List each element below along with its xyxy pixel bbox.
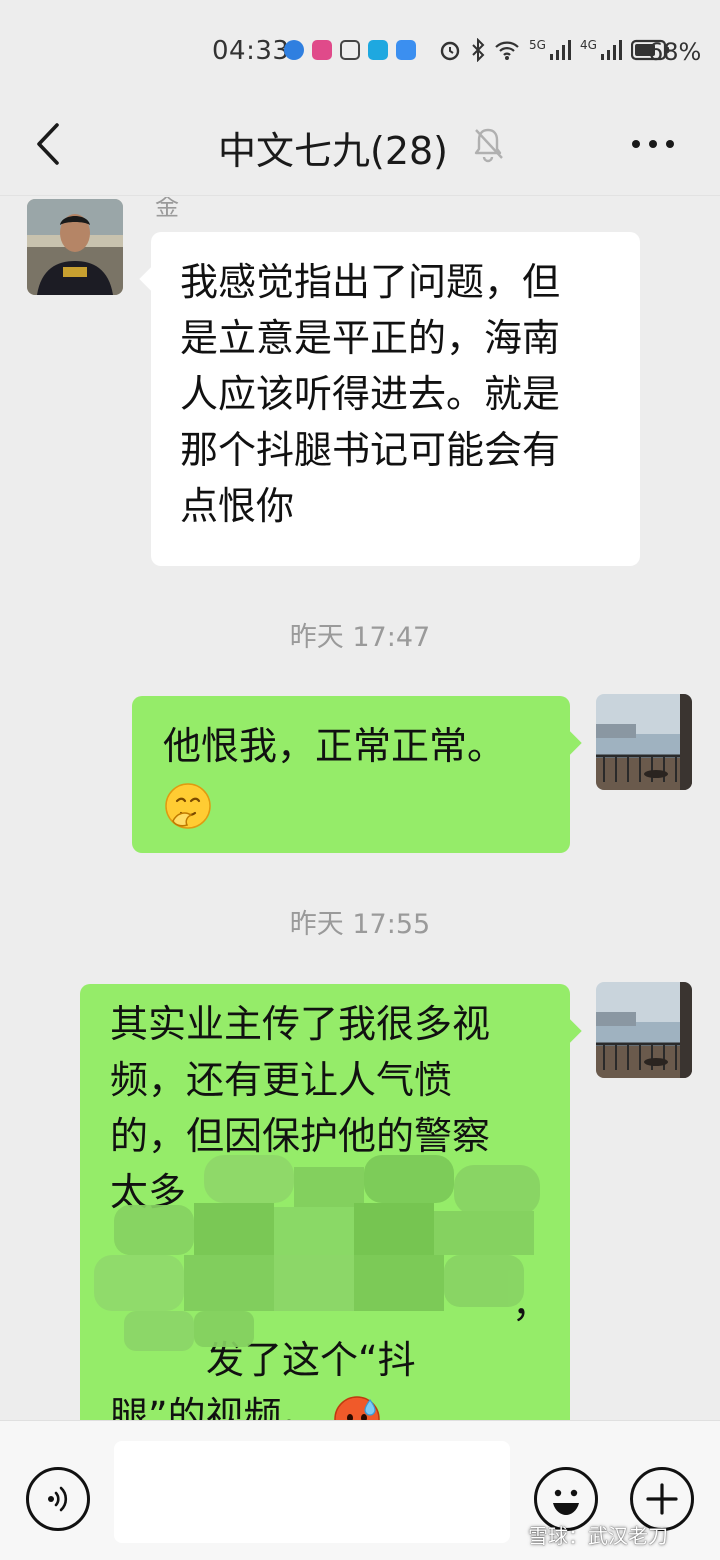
voice-icon [48,1486,68,1512]
message-line: 人应该听得进去。就是 [180,372,561,416]
chat-header: 中文七九(28) [0,100,720,196]
bubble-tail [139,266,165,292]
shy-smile-emoji [165,782,211,829]
chat-title: 中文七九(28) [218,129,449,173]
bubble-tail [556,730,582,756]
sweating-angry-emoji [334,1395,380,1420]
avatar-photo [596,982,692,1078]
self-avatar[interactable] [596,982,692,1078]
search-app-icon [368,40,388,60]
bubble-tail [556,1018,582,1044]
watermark: 雪球：武汉老刀 [528,1524,668,1548]
muted-bell-icon [474,128,503,163]
message-line: 腿”的视频。 [110,1388,550,1420]
battery-percentage: 68% [648,38,702,66]
message-bubble-outgoing[interactable]: 他恨我，正常正常。 [132,696,582,853]
timestamp: 昨天 17:55 [289,909,431,940]
timestamp: 昨天 17:47 [289,622,431,653]
sender-name: 金 [155,197,179,221]
chevron-left-icon [37,123,59,165]
message-line: 其实业主传了我很多视 [110,1002,491,1046]
bluetooth-icon [472,38,485,62]
wifi-icon [495,41,519,60]
signal-icon [549,40,571,60]
cloud-icon [396,40,416,60]
message-line: 点恨你 [180,484,295,528]
message-line: 我感觉指出了问题，但 [180,260,561,304]
voice-button[interactable] [26,1467,90,1531]
notification-icons [284,40,416,60]
plus-icon [646,1483,678,1515]
system-icons: 5G 4G [438,38,671,62]
avatar[interactable] [27,199,123,295]
pixelated-redaction [94,1155,540,1351]
app-notification-icon [284,40,304,60]
avatar-photo [596,694,692,790]
alarm-icon [440,41,460,61]
message-list[interactable]: 金 我感觉指出了问题，但 是立意是平正的，海南 人应该听得进去。就是 那个抖腿书… [0,197,720,1420]
more-dots-icon[interactable] [628,128,678,160]
message-line: 是立意是平正的，海南 [180,316,561,360]
signal-icon [600,40,622,60]
app-notification-icon [312,40,332,60]
status-bar: 04:33 5G 4G 68% [0,0,720,100]
message-line: 那个抖腿书记可能会有 [180,428,561,472]
message-bubble-incoming[interactable]: 我感觉指出了问题，但 是立意是平正的，海南 人应该听得进去。就是 那个抖腿书记可… [139,232,640,566]
status-time: 04:33 [212,36,290,66]
app-notification-icon [340,40,360,60]
avatar-photo [27,199,123,295]
message-line: 频，还有更让人气愤 [110,1058,453,1102]
message-line: 他恨我，正常正常。 [163,724,506,768]
self-avatar[interactable] [596,694,692,790]
network-4g-label: 4G [579,38,597,52]
message-line-text: 腿”的视频。 [110,1394,320,1420]
back-button[interactable] [26,118,70,170]
network-5g-label: 5G [529,38,546,52]
message-input[interactable] [114,1441,510,1543]
